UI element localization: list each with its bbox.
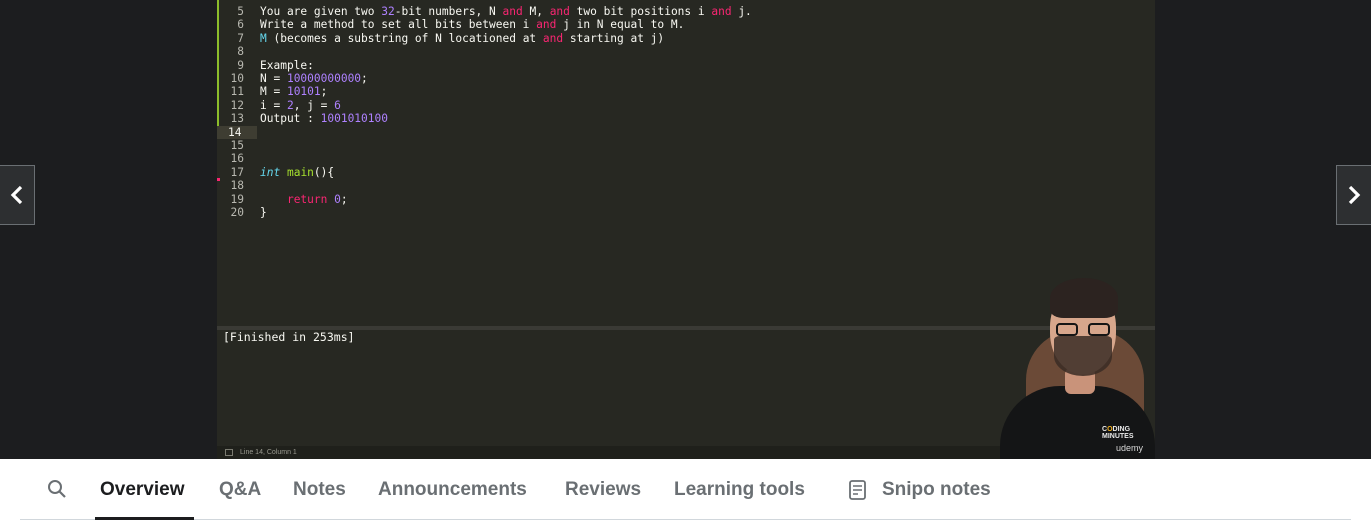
code-line: 5 You are given two 32-bit numbers, N and…: [217, 5, 1155, 18]
code-line: 8: [217, 45, 1155, 58]
course-tabs: Overview Q&A Notes Announcements Reviews…: [0, 459, 1371, 527]
code-line: 9 Example:: [217, 59, 1155, 72]
presenter-glasses: [1056, 323, 1112, 337]
tab-learning-tools[interactable]: Learning tools: [674, 479, 805, 501]
search-icon[interactable]: [46, 478, 68, 500]
code-line: 19 return 0;: [217, 193, 1155, 206]
line-number: 18: [230, 179, 244, 193]
line-number: 9: [237, 58, 244, 72]
code-line: 20}: [217, 206, 1155, 219]
code-line: 7 M (becomes a substring of N locationed …: [217, 32, 1155, 45]
line-text: N = 10000000000;: [260, 72, 368, 85]
udemy-watermark: udemy: [1116, 443, 1144, 453]
line-number: 17: [230, 165, 244, 179]
line-text: M (becomes a substring of N locationed a…: [260, 31, 665, 45]
line-number: 13: [230, 112, 244, 126]
next-lecture-button[interactable]: [1336, 165, 1371, 225]
presenter-video: CODING MINUTES udemy: [998, 268, 1155, 459]
line-number: 8: [237, 45, 244, 59]
panel-toggle-icon: [225, 449, 233, 456]
tab-notes[interactable]: Notes: [293, 479, 346, 501]
tab-overview[interactable]: Overview: [100, 479, 185, 501]
line-number: 19: [230, 192, 244, 206]
presenter-hair: [1050, 278, 1118, 318]
line-text: Example:: [260, 58, 314, 72]
code-line: 10 N = 10000000000;: [217, 72, 1155, 85]
line-number: 20: [230, 206, 244, 219]
line-number: 12: [230, 98, 244, 112]
line-number: 10: [230, 72, 244, 85]
code-line: 11 M = 10101;: [217, 85, 1155, 98]
line-text: M = 10101;: [260, 85, 328, 99]
presenter-beard: [1054, 336, 1112, 376]
line-number: 11: [230, 85, 244, 99]
code-line: 6 Write a method to set all bits between …: [217, 18, 1155, 31]
line-text: You are given two 32-bit numbers, N and …: [260, 5, 752, 18]
line-number: 5: [237, 5, 244, 18]
line-number: 6: [237, 18, 244, 32]
line-number: 7: [237, 31, 244, 45]
code-line: 18: [217, 179, 1155, 192]
line-number: 15: [230, 139, 244, 152]
tab-reviews[interactable]: Reviews: [565, 479, 641, 501]
active-tab-indicator: [95, 517, 194, 520]
previous-lecture-button[interactable]: [0, 165, 35, 225]
tab-snipo-notes[interactable]: Snipo notes: [882, 479, 991, 501]
line-text: Write a method to set all bits between i…: [260, 18, 685, 32]
code-line: 16: [217, 152, 1155, 165]
line-number: 14: [217, 125, 257, 139]
tab-announcements[interactable]: Announcements: [378, 479, 527, 501]
build-output: [Finished in 253ms]: [223, 330, 355, 344]
chevron-left-icon: [10, 185, 23, 205]
line-text: int main(){: [260, 165, 335, 179]
coding-minutes-logo: CODING MINUTES: [1102, 426, 1134, 440]
line-number: 16: [230, 152, 244, 166]
tab-qa[interactable]: Q&A: [219, 479, 261, 501]
tabs-divider: [20, 519, 1351, 520]
line-text: i = 2, j = 6: [260, 98, 341, 112]
code-line: 17 int main(){: [217, 166, 1155, 179]
chevron-right-icon: [1348, 185, 1361, 205]
video-player[interactable]: 5 You are given two 32-bit numbers, N and…: [0, 0, 1371, 459]
code-line: 15: [217, 139, 1155, 152]
code-line: 12 i = 2, j = 6: [217, 99, 1155, 112]
code-line: 14: [217, 125, 1155, 139]
notes-list-icon: [849, 480, 866, 500]
code-line: 13 Output : 1001010100: [217, 112, 1155, 125]
cursor-position: Line 14, Column 1: [240, 449, 297, 456]
line-text: Output : 1001010100: [260, 112, 388, 126]
line-text: }: [260, 206, 267, 219]
line-text: return 0;: [286, 192, 348, 206]
